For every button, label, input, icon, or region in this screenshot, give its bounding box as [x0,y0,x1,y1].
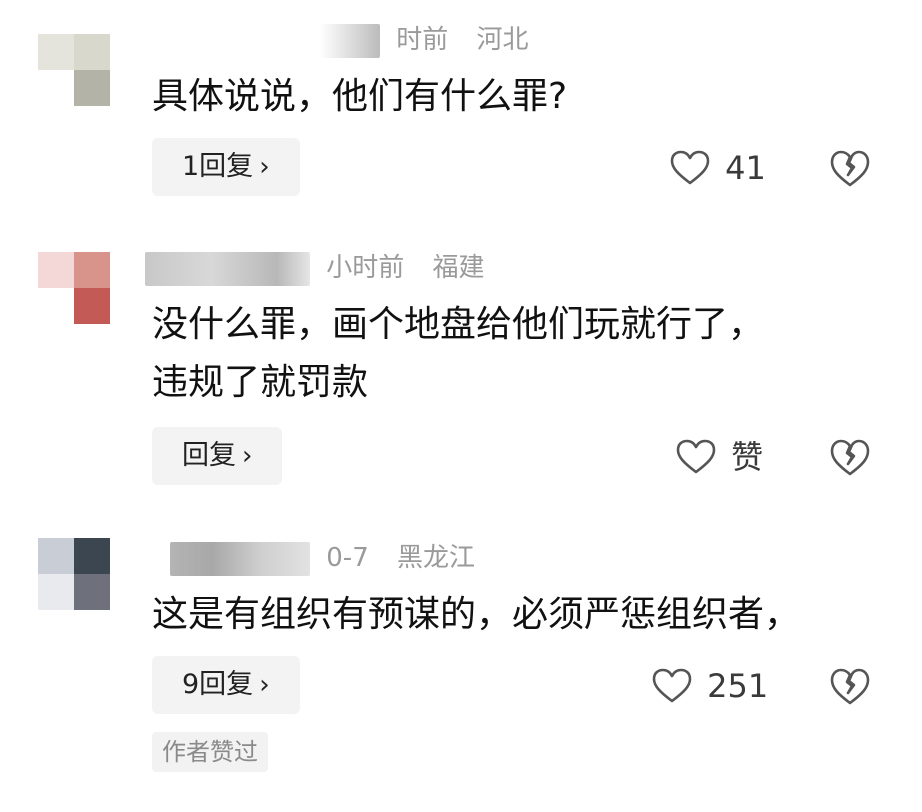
comment-region: 福建 [432,253,485,283]
broken-heart-icon[interactable] [828,146,872,190]
comment-item: 0-7 黑龙江 这是有组织有预谋的，必须严惩组织者， 9回复 › 251 [0,520,922,812]
comment-text: 具体说说，他们有什么罪? [152,76,568,117]
reply-button[interactable]: 9回复 › [152,656,300,714]
comment-item: 时前 河北 具体说说，他们有什么罪? 1回复 › 41 [0,0,922,230]
like-button[interactable]: 41 [670,138,766,196]
comment-meta: 0-7 黑龙江 [170,538,475,578]
author-liked-badge: 作者赞过 [152,732,268,772]
comment-text: 这是有组织有预谋的，必须严惩组织者， [152,594,801,635]
reply-label: 9回复 [182,669,254,700]
comment-time: 0-7 [326,543,369,573]
like-count: 赞 [731,437,764,476]
broken-heart-icon[interactable] [828,435,872,479]
reply-button[interactable]: 1回复 › [152,138,300,196]
heart-outline-icon [676,439,716,473]
reply-label: 1回复 [182,151,254,182]
heart-outline-icon [670,150,710,184]
avatar[interactable] [38,538,110,610]
reply-label: 回复 [182,440,236,471]
comment-time: 时前 [396,25,449,55]
chevron-right-icon: › [259,670,270,700]
chevron-right-icon: › [242,441,253,471]
comment-meta: 时前 河北 [320,20,529,60]
comment-meta: 小时前 福建 [145,248,485,288]
username-blurred [145,251,310,286]
avatar[interactable] [38,34,110,106]
like-count: 41 [725,148,766,187]
like-button[interactable]: 赞 [676,427,763,485]
like-button[interactable]: 251 [652,656,768,714]
heart-outline-icon [652,668,692,702]
comment-text: 没什么罪，画个地盘给他们玩就行了， 违规了就罚款 [152,296,892,412]
like-count: 251 [707,666,769,705]
avatar[interactable] [38,252,110,324]
username-blurred [170,541,310,576]
comment-text-line: 没什么罪，画个地盘给他们玩就行了， [152,304,765,345]
chevron-right-icon: › [259,152,270,182]
comment-text-line: 违规了就罚款 [152,362,369,403]
reply-button[interactable]: 回复 › [152,427,283,485]
comment-region: 河北 [476,25,529,55]
comment-item: 小时前 福建 没什么罪，画个地盘给他们玩就行了， 违规了就罚款 回复 › 赞 [0,230,922,520]
comment-time: 小时前 [326,253,405,283]
comment-region: 黑龙江 [397,543,476,573]
username-blurred [320,23,380,58]
broken-heart-icon[interactable] [828,664,872,708]
